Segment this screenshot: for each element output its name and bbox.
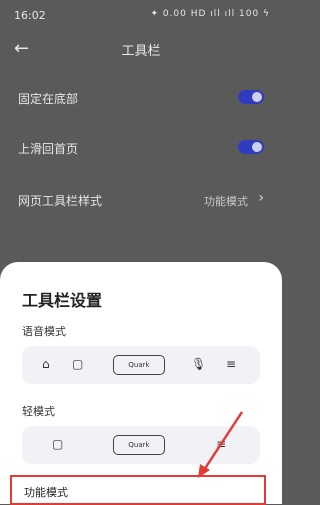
- annotation-arrow: [198, 411, 244, 478]
